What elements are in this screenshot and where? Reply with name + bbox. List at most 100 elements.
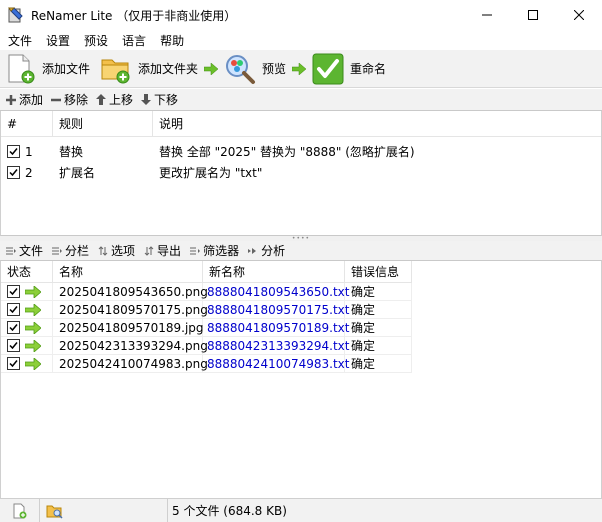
files-col-state[interactable]: 状态 (1, 261, 53, 283)
rule-row[interactable]: 2 扩展名 更改扩展名为 "txt" (1, 162, 601, 183)
check-icon (9, 288, 18, 296)
preview-button[interactable]: 预览 (224, 51, 286, 87)
analyze-menu-button[interactable]: 分析 (248, 242, 285, 259)
maximize-button[interactable] (510, 0, 556, 30)
renamer-app-icon (8, 7, 23, 23)
rules-toolbar: 添加 移除 上移 下移 (0, 89, 602, 111)
file-new-name: 8888042410074983.txt (203, 355, 349, 373)
menu-arrow-icon (6, 247, 16, 254)
export-menu-button[interactable]: 导出 (144, 242, 181, 259)
minimize-button[interactable] (464, 0, 510, 30)
export-menu-label: 导出 (157, 244, 182, 258)
close-icon (574, 10, 584, 20)
file-checkbox[interactable] (7, 303, 20, 316)
close-button[interactable] (556, 0, 602, 30)
remove-rule-button[interactable]: 移除 (51, 91, 88, 108)
analyze-menu-label: 分析 (261, 244, 286, 258)
green-arrow-icon (292, 62, 307, 75)
file-name: 2025042410074983.png (53, 355, 208, 373)
file-checkbox[interactable] (7, 357, 20, 370)
file-checkbox[interactable] (7, 321, 20, 334)
filter-icon (190, 247, 201, 254)
file-new-name: 8888041809570189.txt (203, 319, 349, 337)
rename-label: 重命名 (350, 62, 387, 76)
file-row[interactable]: 2025041809570189.jpg 8888041809570189.tx… (1, 319, 601, 337)
file-error: 确定 (345, 355, 412, 373)
rule-row[interactable]: 1 替换 替换 全部 "2025" 替换为 "8888" (忽略扩展名) (1, 141, 601, 162)
check-icon (9, 306, 18, 314)
columns-menu-button[interactable]: 分栏 (52, 242, 89, 259)
rule-name: 替换 (59, 145, 84, 159)
file-name: 2025042313393294.png (53, 337, 208, 355)
menu-arrow-icon (52, 247, 63, 254)
options-menu-label: 选项 (111, 244, 136, 258)
file-row[interactable]: 2025042410074983.png 8888042410074983.tx… (1, 355, 601, 373)
files-col-newname[interactable]: 新名称 (203, 261, 345, 283)
rename-button[interactable]: 重命名 (312, 51, 386, 87)
green-arrow-icon (25, 303, 41, 316)
files-col-error[interactable]: 错误信息 (345, 261, 412, 283)
file-new-name: 8888042313393294.txt (203, 337, 349, 355)
window-controls (464, 0, 602, 30)
check-icon (9, 342, 18, 350)
rule-name: 扩展名 (59, 166, 96, 180)
title-bar: ReNamer Lite （仅用于非商业使用） (0, 0, 602, 30)
filter-menu-label: 筛选器 (203, 244, 240, 258)
status-add-files[interactable] (0, 498, 40, 522)
move-down-button[interactable]: 下移 (141, 91, 178, 108)
rules-col-num[interactable]: # (1, 110, 53, 137)
folder-search-icon (46, 505, 63, 519)
menu-presets[interactable]: 预设 (77, 32, 115, 49)
file-row[interactable]: 2025042313393294.png 8888042313393294.tx… (1, 337, 601, 355)
rules-col-rule[interactable]: 规则 (53, 110, 153, 137)
check-icon (9, 169, 18, 177)
plus-icon (6, 94, 16, 105)
add-files-button[interactable]: 添加文件 (6, 51, 90, 87)
add-folder-label: 添加文件夹 (138, 62, 199, 76)
menu-help[interactable]: 帮助 (153, 32, 191, 49)
green-arrow-icon (25, 321, 41, 334)
move-down-label: 下移 (154, 93, 179, 107)
file-checkbox[interactable] (7, 339, 20, 352)
status-add-folder[interactable] (40, 498, 168, 522)
remove-rule-label: 移除 (64, 93, 89, 107)
rules-list: # 规则 说明 1 替换 替换 全部 "2025" 替换为 "8888" (忽略… (0, 110, 602, 236)
options-menu-button[interactable]: 选项 (98, 242, 135, 259)
file-error: 确定 (345, 301, 412, 319)
columns-menu-label: 分栏 (65, 244, 90, 258)
files-menu-button[interactable]: 文件 (6, 242, 43, 259)
preview-label: 预览 (262, 62, 287, 76)
rules-col-desc[interactable]: 说明 (153, 111, 601, 137)
add-file-icon (13, 503, 26, 518)
files-col-name[interactable]: 名称 (53, 261, 203, 283)
magnifier-icon (226, 54, 256, 84)
menu-settings[interactable]: 设置 (39, 32, 77, 49)
green-arrow-icon (25, 285, 41, 298)
menu-file[interactable]: 文件 (0, 32, 39, 49)
check-icon (9, 148, 18, 156)
options-icon (98, 245, 108, 256)
rule-checkbox[interactable] (7, 145, 20, 158)
move-up-label: 上移 (109, 93, 134, 107)
file-error: 确定 (345, 319, 412, 337)
file-name: 2025041809543650.png (53, 283, 208, 301)
add-folder-button[interactable]: 添加文件夹 (100, 51, 198, 87)
filter-menu-button[interactable]: 筛选器 (190, 242, 239, 259)
minimize-icon (482, 14, 492, 16)
move-up-button[interactable]: 上移 (96, 91, 133, 108)
export-icon (144, 245, 154, 256)
add-file-icon (8, 54, 35, 83)
rule-number: 2 (25, 165, 33, 180)
file-row[interactable]: 2025041809570175.png 8888041809570175.tx… (1, 301, 601, 319)
file-checkbox[interactable] (7, 285, 20, 298)
menu-language[interactable]: 语言 (115, 32, 153, 49)
file-name: 2025041809570175.png (53, 301, 208, 319)
files-list: 状态 名称 新名称 错误信息 2025041809543650.png 8888… (0, 260, 602, 498)
add-rule-button[interactable]: 添加 (6, 91, 43, 108)
file-row[interactable]: 2025041809543650.png 8888041809543650.tx… (1, 283, 601, 301)
arrow-down-icon (141, 94, 152, 105)
window-title: ReNamer Lite （仅用于非商业使用） (31, 8, 237, 23)
file-error: 确定 (345, 337, 412, 355)
rule-checkbox[interactable] (7, 166, 20, 179)
file-name: 2025041809570189.jpg (53, 319, 204, 337)
